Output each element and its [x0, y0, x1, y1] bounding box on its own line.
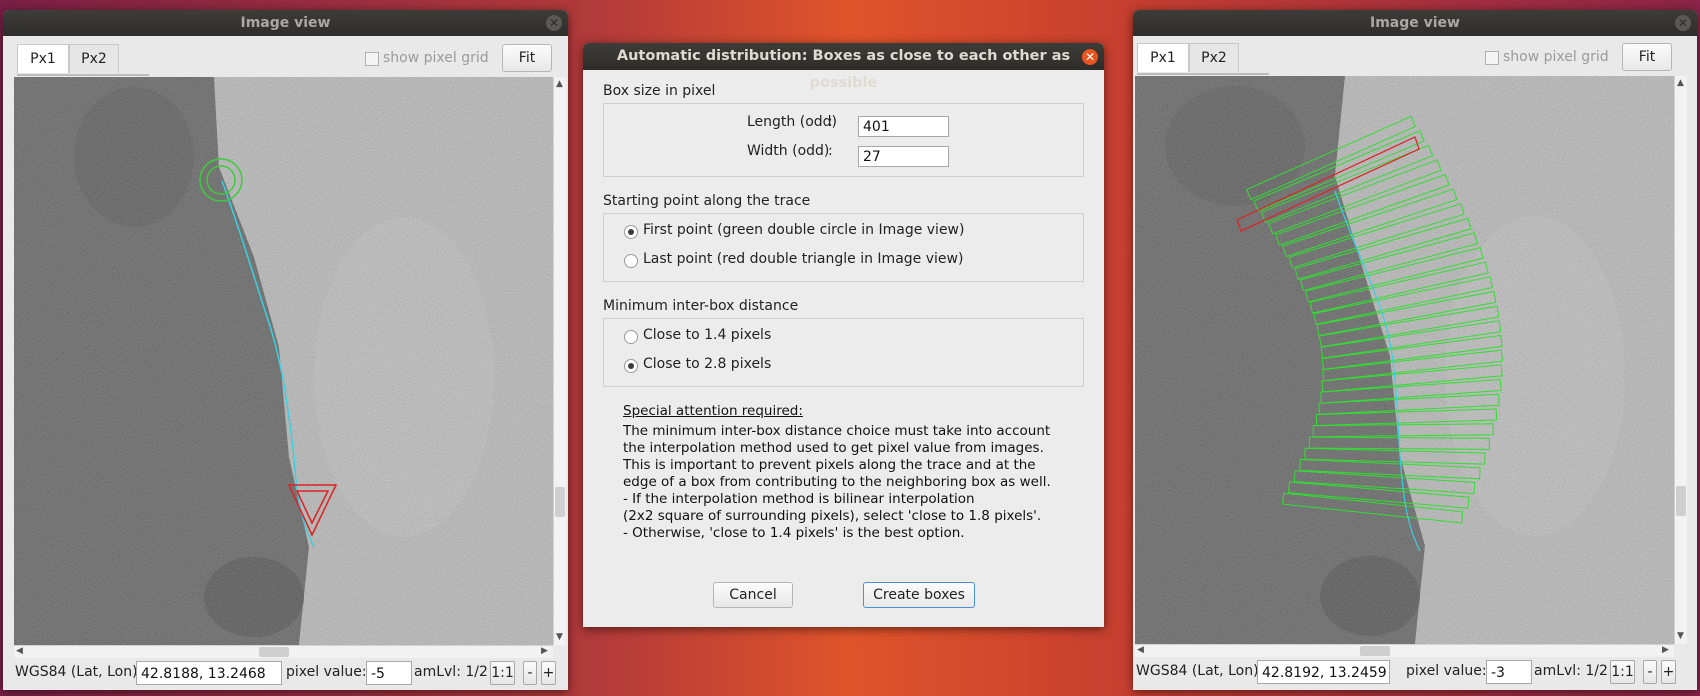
note-line: edge of a box from contributing to the n…	[623, 474, 1051, 490]
last-point-radio[interactable]	[624, 254, 638, 268]
zoom-level-label: amLvl: 1/2	[414, 664, 488, 680]
right-image-view-window: Image view ✕ Px1 Px2 show pixel grid Fit…	[1133, 10, 1697, 690]
pixel-value-field[interactable]: -3	[1486, 660, 1532, 684]
zoom-in-button[interactable]: +	[541, 661, 556, 685]
tab-px1[interactable]: Px1	[1137, 43, 1189, 72]
coord-field[interactable]: 42.8188, 13.2468	[136, 661, 282, 685]
width-colon: :	[828, 143, 833, 159]
length-colon: :	[828, 114, 833, 130]
right-window-titlebar[interactable]: Image view ✕	[1133, 10, 1697, 36]
length-label: Length (odd)	[747, 114, 838, 130]
first-point-label[interactable]: First point (green double circle in Imag…	[643, 222, 964, 238]
close-icon[interactable]: ✕	[546, 15, 562, 31]
show-pixel-grid-checkbox[interactable]	[1485, 51, 1499, 65]
show-pixel-grid-label: show pixel grid	[1503, 49, 1609, 65]
left-image-canvas[interactable]	[14, 77, 553, 645]
min-distance-group: Close to 1.4 pixels Close to 2.8 pixels	[603, 318, 1084, 387]
width-label: Width (odd)	[747, 143, 830, 159]
coord-label: WGS84 (Lat, Lon):	[1136, 663, 1264, 679]
starting-point-group: First point (green double circle in Imag…	[603, 213, 1084, 282]
pixel-value-field[interactable]: -5	[366, 661, 412, 685]
pixel-value-label: pixel value:	[1406, 663, 1487, 679]
zoom-out-button[interactable]: -	[523, 661, 537, 685]
right-window-title: Image view	[1370, 15, 1460, 31]
tab-px1[interactable]: Px1	[17, 44, 69, 73]
zoom-out-button[interactable]: -	[1643, 660, 1657, 684]
right-horizontal-scrollbar[interactable]: ◀ ▶	[1135, 644, 1674, 657]
note-line: (2x2 square of surrounding pixels), sele…	[623, 508, 1042, 524]
note-line: This is important to prevent pixels alon…	[623, 457, 1036, 473]
box-size-heading: Box size in pixel	[603, 83, 716, 99]
min-distance-heading: Minimum inter-box distance	[603, 298, 799, 314]
show-pixel-grid-label: show pixel grid	[383, 50, 489, 66]
automatic-distribution-dialog: Automatic distribution: Boxes as close t…	[583, 43, 1104, 627]
distance-1-4-label[interactable]: Close to 1.4 pixels	[643, 327, 771, 343]
note-line: The minimum inter-box distance choice mu…	[623, 423, 1051, 439]
distance-1-4-radio[interactable]	[624, 330, 638, 344]
width-input[interactable]: 27	[858, 146, 949, 167]
right-tab-bar: Px1 Px2	[1137, 43, 1269, 75]
note-line: the interpolation method used to get pix…	[623, 440, 1044, 456]
length-input[interactable]: 401	[858, 116, 949, 137]
coord-label: WGS84 (Lat, Lon):	[15, 664, 143, 680]
create-boxes-button[interactable]: Create boxes	[863, 582, 975, 608]
left-image-view-window: Image view ✕ Px1 Px2 show pixel grid Fit	[3, 10, 568, 690]
left-window-title: Image view	[240, 15, 331, 31]
note-line: - Otherwise, 'close to 1.4 pixels' is th…	[623, 525, 965, 541]
zoom-level-label: amLvl: 1/2	[1534, 663, 1608, 679]
note-line: - If the interpolation method is bilinea…	[623, 491, 975, 507]
coord-field[interactable]: 42.8192, 13.2459	[1257, 660, 1390, 684]
box-size-group: Length (odd) : 401 Width (odd) : 27	[603, 103, 1084, 177]
right-image-canvas[interactable]	[1135, 76, 1674, 644]
note-heading: Special attention required:	[623, 403, 803, 419]
zoom-one-to-one-button[interactable]: 1:1	[490, 661, 515, 685]
fit-button[interactable]: Fit	[1622, 43, 1672, 71]
right-vertical-scrollbar[interactable]: ▲ ▼	[1674, 76, 1687, 644]
zoom-one-to-one-button[interactable]: 1:1	[1610, 660, 1635, 684]
starting-point-heading: Starting point along the trace	[603, 193, 811, 209]
left-satellite-image	[14, 77, 553, 645]
tab-px2[interactable]: Px2	[1189, 43, 1239, 72]
first-point-radio[interactable]	[624, 225, 638, 239]
show-pixel-grid-checkbox[interactable]	[365, 52, 379, 66]
tab-px2[interactable]: Px2	[69, 44, 119, 73]
distance-2-8-label[interactable]: Close to 2.8 pixels	[643, 356, 771, 372]
last-point-label[interactable]: Last point (red double triangle in Image…	[643, 251, 963, 267]
pixel-value-label: pixel value:	[286, 664, 367, 680]
left-horizontal-scrollbar[interactable]: ◀ ▶	[14, 645, 553, 658]
dialog-titlebar[interactable]: Automatic distribution: Boxes as close t…	[583, 43, 1104, 91]
distance-2-8-radio[interactable]	[624, 359, 638, 373]
zoom-in-button[interactable]: +	[1661, 660, 1676, 684]
right-satellite-image	[1135, 76, 1674, 644]
dialog-close-icon[interactable]: ✕	[1082, 49, 1098, 65]
left-window-titlebar[interactable]: Image view ✕	[3, 10, 568, 36]
fit-button[interactable]: Fit	[502, 44, 552, 72]
cancel-button[interactable]: Cancel	[713, 582, 793, 608]
left-vertical-scrollbar[interactable]: ▲ ▼	[553, 77, 566, 645]
left-tab-bar: Px1 Px2	[17, 44, 149, 76]
close-icon[interactable]: ✕	[1675, 15, 1691, 31]
